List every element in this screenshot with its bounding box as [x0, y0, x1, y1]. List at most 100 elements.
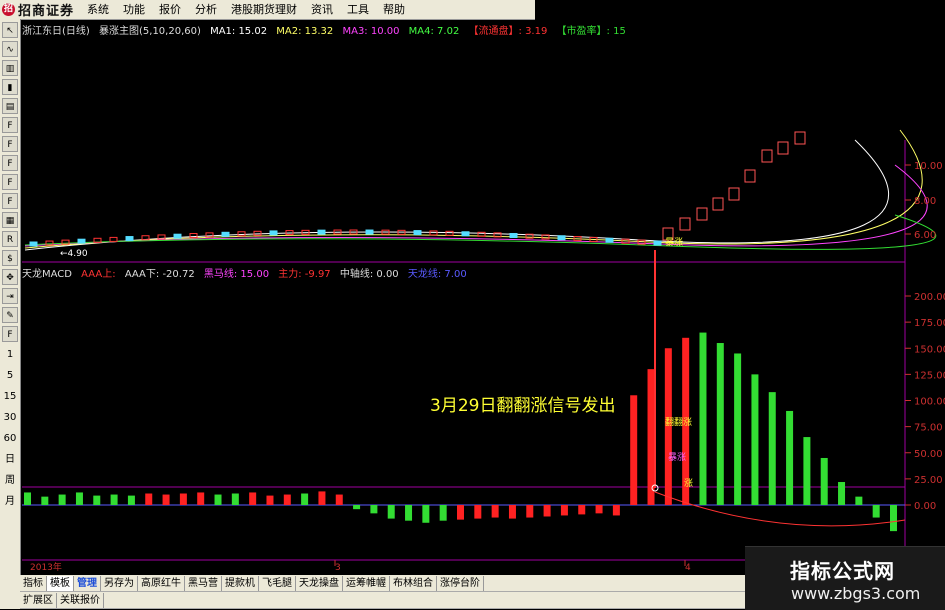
tab-plateau-bull[interactable]: 高原红牛 — [138, 575, 185, 591]
tab-bollinger[interactable]: 布林组合 — [390, 575, 437, 591]
macd-tick-label: 200.00 — [914, 292, 945, 303]
tab-manage[interactable]: 管理 — [74, 575, 101, 591]
macd-bar — [387, 505, 395, 519]
macd-bar — [491, 505, 499, 518]
macd-bar — [543, 505, 551, 517]
x-label-april: 4 — [685, 563, 691, 573]
bar-label-3: 涨 — [684, 478, 693, 489]
macd-bar — [474, 505, 482, 519]
aaa-up-value: AAA上: — [81, 269, 116, 280]
ma1-line — [24, 139, 889, 251]
candle — [461, 231, 470, 237]
candle — [253, 230, 262, 236]
tab-row-2: 扩展区 关联报价 — [20, 592, 760, 609]
macd-bar — [612, 505, 620, 516]
macd-axis: 200.00 175.00 150.00 125.00 100.00 75.00 50.00… — [905, 292, 945, 512]
x-label-year: 2013年 — [30, 561, 62, 573]
main-chart-header: 浙江东日(日线) 暴涨主图(5,10,20,60) MA1: 15.02 MA2… — [22, 22, 632, 37]
macd-bar — [75, 492, 83, 505]
macd-tick-label: 175.00 — [914, 318, 945, 329]
watermark-title: 指标公式网 — [790, 559, 895, 583]
candle — [269, 230, 278, 236]
macd-bar — [508, 505, 516, 519]
candles — [29, 131, 806, 247]
stock-chart[interactable]: ←4.90 暴涨 翻翻涨 暴涨 涨 10.00 8.00 6.00 200.00 17… — [0, 0, 945, 609]
ma3-line — [24, 164, 928, 247]
macd-bar — [699, 332, 707, 505]
macd-bar — [231, 493, 239, 505]
macd-bar — [890, 505, 897, 532]
macd-bar — [855, 496, 863, 505]
macd-bar — [751, 374, 759, 505]
macd-bar — [595, 505, 603, 514]
price-tick-label: 10.00 — [914, 161, 943, 172]
macd-bar — [526, 505, 534, 518]
ma3-value: MA3: 10.00 — [342, 26, 400, 37]
candle — [77, 238, 86, 244]
candle — [429, 230, 438, 236]
macd-bar — [768, 392, 776, 505]
x-label-march: 3 — [335, 563, 341, 573]
sky-dragon-value: 天龙线: 7.00 — [407, 269, 467, 280]
tab-flying-legs[interactable]: 飞毛腿 — [259, 575, 296, 591]
bar-label-1: 翻翻涨 — [665, 417, 692, 428]
tab-sky-dragon-trade[interactable]: 天龙操盘 — [296, 575, 343, 591]
macd-tick-label: 25.00 — [914, 475, 943, 486]
sub-chart-header: 天龙MACD AAA上: AAA下: -20.72 黑马线: 15.00 主力:… — [22, 265, 473, 280]
tab-related-quotes[interactable]: 关联报价 — [57, 592, 104, 608]
macd-tick-label: 125.00 — [914, 370, 945, 381]
tab-atm[interactable]: 提款机 — [222, 575, 259, 591]
candle — [125, 236, 134, 242]
macd-bar — [318, 491, 326, 505]
candle — [679, 217, 691, 231]
macd-bar — [266, 495, 274, 505]
indicator-name: 暴涨主图(5,10,20,60) — [99, 26, 201, 37]
macd-bar — [578, 505, 586, 515]
candle — [696, 207, 708, 221]
macd-tick-label: 75.00 — [914, 423, 943, 434]
tab-dark-horse[interactable]: 黑马营 — [185, 575, 222, 591]
macd-bar — [405, 505, 413, 521]
candle — [237, 231, 246, 237]
macd-title: 天龙MACD — [22, 269, 72, 280]
bar-label-2: 暴涨 — [668, 452, 686, 463]
macd-bar — [439, 505, 447, 521]
aaa-down-curve — [654, 491, 906, 527]
macd-bar — [716, 343, 724, 505]
macd-bar — [301, 493, 309, 505]
macd-bar — [872, 505, 880, 518]
tab-row-1: 指标 模板 管理 另存为 高原红牛 黑马营 提款机 飞毛腿 天龙操盘 运筹帷幄 … — [20, 575, 760, 592]
macd-bar — [162, 494, 170, 505]
candle — [557, 235, 566, 241]
candle — [712, 197, 724, 211]
tab-indicator[interactable]: 指标 — [20, 575, 47, 591]
candle — [728, 187, 740, 201]
macd-bar — [214, 494, 222, 505]
tab-extension[interactable]: 扩展区 — [20, 592, 57, 608]
macd-bar — [110, 494, 118, 505]
black-horse-value: 黑马线: 15.00 — [203, 269, 270, 280]
candle — [221, 231, 230, 237]
middle-line-value: 中轴线: 0.00 — [339, 269, 399, 280]
candle — [744, 169, 756, 183]
tab-save-as[interactable]: 另存为 — [101, 575, 138, 591]
macd-bars — [24, 332, 897, 532]
tab-strategy[interactable]: 运筹帷幄 — [343, 575, 390, 591]
macd-bar — [24, 492, 31, 505]
macd-bar — [197, 492, 205, 505]
price-tick-label: 8.00 — [914, 196, 936, 207]
macd-bar — [560, 505, 568, 516]
macd-bar — [734, 353, 742, 505]
signal-label: 暴涨 — [665, 237, 683, 248]
tab-limit-up[interactable]: 涨停台阶 — [437, 575, 484, 591]
watermark-url: www.zbgs3.com — [791, 584, 921, 603]
macd-tick-label: 50.00 — [914, 449, 943, 460]
candle — [509, 233, 518, 239]
ma4-value: MA4: 7.02 — [408, 26, 460, 37]
macd-bar — [422, 505, 430, 523]
ma2-value: MA2: 13.32 — [276, 26, 334, 37]
stock-title: 浙江东日(日线) — [22, 26, 90, 37]
macd-bar — [93, 495, 101, 505]
tab-template[interactable]: 模板 — [47, 575, 74, 591]
candle — [445, 230, 454, 236]
